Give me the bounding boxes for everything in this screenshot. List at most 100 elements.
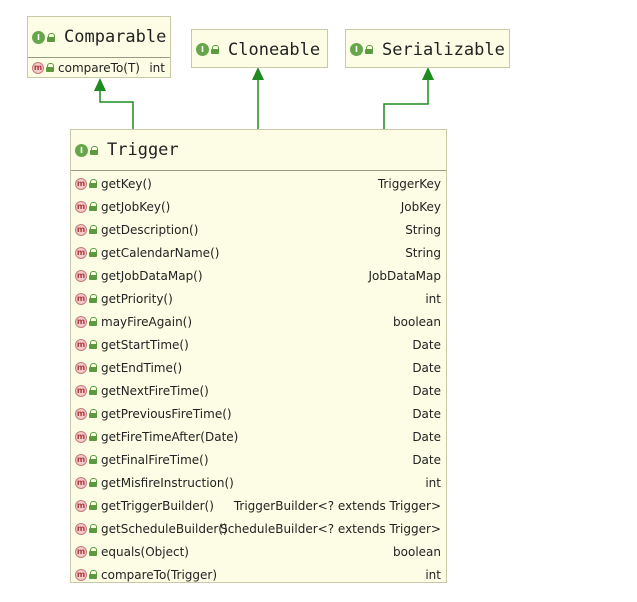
method-icon: m: [75, 200, 87, 213]
comparable-interface-box[interactable]: I Comparable m compareTo(T) int: [27, 16, 171, 78]
method-return-type: TriggerBuilder<? extends Trigger>: [233, 498, 441, 513]
method-return-type: JobDataMap: [368, 268, 441, 283]
method-name: equals(Object): [101, 544, 189, 559]
method-return-type: String: [405, 245, 441, 260]
method-row[interactable]: m getFireTimeAfter(Date) Date: [71, 425, 446, 448]
method-name: getScheduleBuilder(): [101, 521, 228, 536]
method-return-type: Date: [412, 337, 441, 352]
method-row[interactable]: m getPriority() int: [71, 287, 446, 310]
lock-icon: [89, 271, 98, 280]
method-return-type: String: [405, 222, 441, 237]
method-icon: m: [75, 407, 87, 420]
lock-icon: [89, 179, 98, 188]
comparable-header: I Comparable: [28, 17, 170, 57]
method-icon: m: [75, 430, 87, 443]
method-return-type: ScheduleBuilder<? extends Trigger>: [220, 521, 441, 536]
method-return-type: Date: [412, 383, 441, 398]
serializable-interface-box[interactable]: I Serializable: [345, 29, 510, 68]
lock-icon: [89, 501, 98, 510]
method-row[interactable]: m getScheduleBuilder() ScheduleBuilder<? e…: [71, 517, 446, 540]
method-return-type: Date: [412, 406, 441, 421]
method-row[interactable]: m getKey() TriggerKey: [71, 172, 446, 195]
lock-icon: [89, 294, 98, 303]
cloneable-header: I Cloneable: [192, 30, 327, 69]
method-return-type: JobKey: [400, 199, 441, 214]
lock-icon: [365, 45, 374, 54]
method-name: getDescription(): [101, 222, 199, 237]
method-icon: m: [75, 384, 87, 397]
method-row[interactable]: m equals(Object) boolean: [71, 540, 446, 563]
method-name: getJobDataMap(): [101, 268, 203, 283]
interface-icon: I: [32, 30, 45, 44]
lock-icon: [89, 363, 98, 372]
method-row[interactable]: m compareTo(T) int: [28, 56, 170, 79]
method-icon: m: [75, 568, 87, 581]
trigger-header: I Trigger: [71, 130, 446, 170]
method-row[interactable]: m getFinalFireTime() Date: [71, 448, 446, 471]
method-return-type: int: [425, 567, 441, 582]
method-return-type: TriggerKey: [377, 176, 441, 191]
lock-icon: [46, 63, 55, 72]
method-return-type: Date: [412, 452, 441, 467]
serializable-header: I Serializable: [346, 30, 509, 69]
trigger-to-comparable-connector: [99, 88, 134, 129]
method-name: getFireTimeAfter(Date): [101, 429, 239, 444]
method-name: getPriority(): [101, 291, 173, 306]
method-return-type: int: [425, 475, 441, 490]
method-name: getKey(): [101, 176, 152, 191]
lock-icon: [89, 524, 98, 533]
lock-icon: [89, 478, 98, 487]
method-row[interactable]: m mayFireAgain() boolean: [71, 310, 446, 333]
method-row[interactable]: m getJobKey() JobKey: [71, 195, 446, 218]
lock-icon: [89, 455, 98, 464]
method-icon: m: [75, 522, 87, 535]
lock-icon: [89, 547, 98, 556]
method-icon: m: [75, 223, 87, 236]
method-return-type: int: [149, 60, 165, 75]
method-row[interactable]: m getEndTime() Date: [71, 356, 446, 379]
method-return-type: int: [425, 291, 441, 306]
method-icon: m: [75, 338, 87, 351]
method-name: compareTo(T): [58, 60, 140, 75]
lock-icon: [47, 32, 56, 42]
method-icon: m: [75, 269, 87, 282]
method-row[interactable]: m getPreviousFireTime() Date: [71, 402, 446, 425]
cloneable-title: Cloneable: [228, 39, 321, 60]
method-row[interactable]: m getTriggerBuilder() TriggerBuilder<? ext…: [71, 494, 446, 517]
lock-icon: [89, 570, 98, 579]
lock-icon: [89, 409, 98, 418]
method-icon: m: [75, 177, 87, 190]
cloneable-interface-box[interactable]: I Cloneable: [191, 29, 328, 68]
method-icon: m: [75, 246, 87, 259]
method-row[interactable]: m getDescription() String: [71, 218, 446, 241]
method-return-type: Date: [412, 360, 441, 375]
trigger-title: Trigger: [107, 140, 179, 160]
method-name: getTriggerBuilder(): [101, 498, 214, 513]
method-icon: m: [75, 453, 87, 466]
lock-icon: [89, 202, 98, 211]
lock-icon: [89, 225, 98, 234]
method-row[interactable]: m getJobDataMap() JobDataMap: [71, 264, 446, 287]
method-row[interactable]: m getMisfireInstruction() int: [71, 471, 446, 494]
method-row[interactable]: m getNextFireTime() Date: [71, 379, 446, 402]
method-icon: m: [75, 361, 87, 374]
method-name: mayFireAgain(): [101, 314, 193, 329]
method-return-type: boolean: [393, 314, 441, 329]
lock-icon: [89, 386, 98, 395]
trigger-interface-box[interactable]: I Trigger m getKey() TriggerKey m getJobKey(…: [70, 129, 447, 583]
method-name: getFinalFireTime(): [101, 452, 209, 467]
method-icon: m: [75, 476, 87, 489]
method-row[interactable]: m getStartTime() Date: [71, 333, 446, 356]
method-icon: m: [75, 545, 87, 558]
comparable-title: Comparable: [64, 27, 167, 47]
method-return-type: Date: [412, 429, 441, 444]
method-row[interactable]: m compareTo(Trigger) int: [71, 563, 446, 586]
method-icon: m: [32, 61, 44, 74]
method-name: getCalendarName(): [101, 245, 220, 260]
lock-icon: [89, 340, 98, 349]
comparable-method-list: m compareTo(T) int: [28, 58, 170, 78]
method-name: getEndTime(): [101, 360, 183, 375]
method-row[interactable]: m getCalendarName() String: [71, 241, 446, 264]
serializable-title: Serializable: [382, 39, 505, 60]
lock-icon: [89, 432, 98, 441]
